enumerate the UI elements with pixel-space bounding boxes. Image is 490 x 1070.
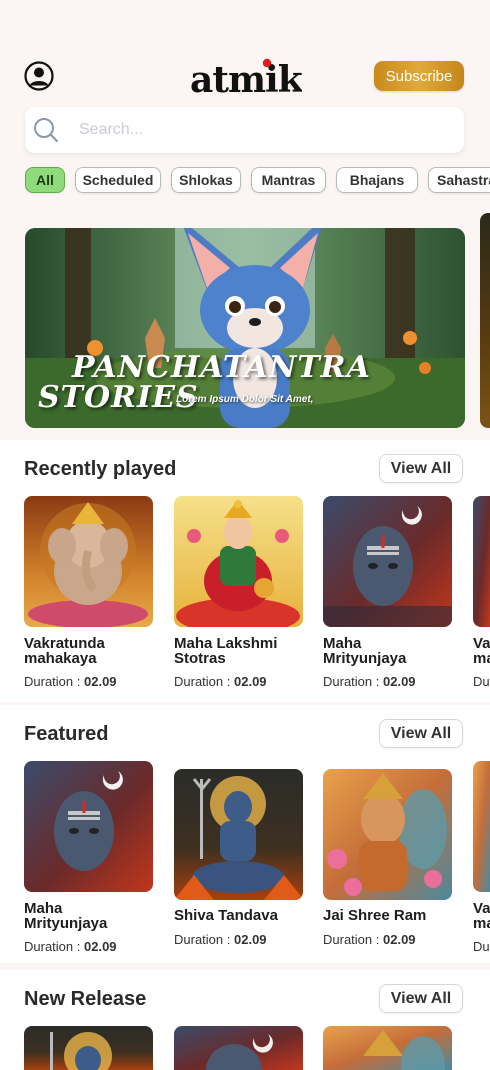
card-duration: Duration : 02.09 — [24, 674, 117, 689]
partial-artwork — [473, 496, 490, 627]
shiva-meditate-artwork — [24, 1026, 153, 1070]
banner-next-peek[interactable] — [480, 213, 490, 428]
card-thumb-maha-mrityunjaya[interactable] — [323, 496, 452, 627]
chip-bhajans[interactable]: Bhajans — [336, 167, 418, 193]
search-input[interactable] — [77, 120, 441, 140]
card-title-line1: Maha Lakshmi — [174, 635, 278, 652]
card-duration: Du — [473, 939, 490, 954]
section-title-recently-played: Recently played — [24, 458, 177, 480]
card-title-line1: Va — [473, 636, 490, 651]
banner-subtitle: Lorem Ipsum Dolor Sit Amet, — [176, 394, 314, 405]
card-title: Jai Shree Ram — [323, 907, 427, 924]
shiva-meditate-artwork — [174, 769, 303, 900]
chip-shlokas[interactable]: Shlokas — [171, 167, 241, 193]
section-title-featured: Featured — [24, 723, 109, 745]
card-title-line2: Mrityunjaya — [323, 650, 407, 667]
app-logo: atmik — [188, 54, 305, 101]
card-thumb-new-1[interactable] — [24, 1026, 153, 1070]
chip-mantras[interactable]: Mantras — [251, 167, 326, 193]
profile-button[interactable] — [24, 61, 54, 91]
search-bar[interactable] — [25, 107, 464, 153]
chip-scheduled[interactable]: Scheduled — [75, 167, 161, 193]
card-title-line2: Stotras — [174, 650, 226, 667]
chip-sahastra[interactable]: Sahastra — [428, 167, 490, 193]
search-icon — [34, 118, 58, 142]
shiva-face-artwork — [174, 1026, 303, 1070]
lakshmi-artwork — [174, 496, 303, 627]
card-thumb-shiva-tandava[interactable] — [174, 769, 303, 900]
partial-artwork — [473, 761, 490, 892]
card-thumb-vakratunda[interactable] — [24, 496, 153, 627]
card-duration: Duration : 02.09 — [174, 932, 267, 947]
card-title-line2: mahakaya — [24, 650, 97, 667]
card-title-line2: Mrityunjaya — [24, 915, 108, 932]
user-circle-icon — [24, 61, 54, 91]
card-title-line2: ma — [473, 651, 490, 666]
card-thumb-partial[interactable] — [473, 761, 490, 892]
shiva-face-artwork — [323, 496, 452, 627]
card-duration: Duration : 02.09 — [323, 674, 416, 689]
subscribe-button[interactable]: Subscribe — [374, 61, 464, 91]
ram-artwork — [323, 769, 452, 900]
logo-dot — [262, 58, 272, 68]
card-title-line1: Maha — [323, 635, 362, 652]
view-all-recently-played-button[interactable]: View All — [379, 454, 463, 483]
card-thumb-maha-mrityunjaya[interactable] — [24, 761, 153, 892]
chip-all[interactable]: All — [25, 167, 65, 193]
card-thumb-partial[interactable] — [473, 496, 490, 627]
card-thumb-new-2[interactable] — [174, 1026, 303, 1070]
ram-artwork — [323, 1026, 452, 1070]
card-duration: Duration : 02.09 — [323, 932, 416, 947]
card-duration: Duration : 02.09 — [174, 674, 267, 689]
card-title-line2: ma — [473, 916, 490, 931]
card-title-line1: Va — [473, 901, 490, 916]
section-title-new-release: New Release — [24, 988, 147, 1010]
card-duration: Du — [473, 674, 490, 689]
view-all-featured-button[interactable]: View All — [379, 719, 463, 748]
card-title-line1: Vakratunda — [24, 635, 105, 652]
ganesha-artwork — [24, 496, 153, 627]
view-all-new-release-button[interactable]: View All — [379, 984, 463, 1013]
card-title-line1: Maha — [24, 900, 63, 917]
card-thumb-new-3[interactable] — [323, 1026, 452, 1070]
banner-title-line2: STORIES — [38, 380, 199, 415]
card-thumb-jai-shree-ram[interactable] — [323, 769, 452, 900]
shiva-face-artwork — [24, 761, 153, 892]
card-duration: Duration : 02.09 — [24, 939, 117, 954]
card-title: Shiva Tandava — [174, 907, 278, 924]
logo-text: atmik — [190, 59, 302, 98]
card-thumb-maha-lakshmi[interactable] — [174, 496, 303, 627]
